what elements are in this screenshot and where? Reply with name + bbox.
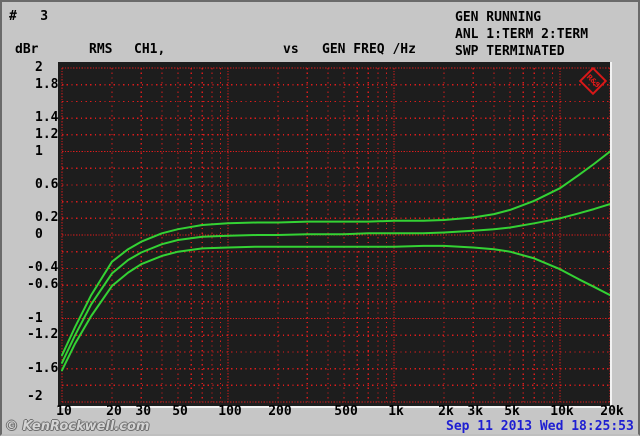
x-tick-label: 200 xyxy=(268,404,292,419)
y-tick-label: 0 xyxy=(35,227,43,242)
x-tick-label: 10k xyxy=(550,404,574,419)
watermark: © KenRockwell.com xyxy=(5,419,150,434)
y-tick-label: -0.6 xyxy=(27,277,59,293)
response-plot-svg xyxy=(61,67,610,403)
y-unit-label: dBr xyxy=(15,42,39,57)
x-tick-label: 30 xyxy=(135,404,152,419)
x-tick-label: 50 xyxy=(172,404,188,419)
y-tick-label: 1 xyxy=(35,143,43,159)
y-tick-label: 1.8 xyxy=(35,76,59,92)
y-tick-label: 1.2 xyxy=(35,126,59,142)
curve-middle xyxy=(61,203,610,364)
x-tick-label: 10 xyxy=(56,404,72,419)
y-tick-label: 1.4 xyxy=(35,110,59,126)
vs-label: vs xyxy=(283,42,299,57)
function-label: RMS xyxy=(89,42,113,57)
y-tick-label: 0.6 xyxy=(35,176,59,192)
x-tick-label: 1k xyxy=(388,404,404,419)
x-tick-label: 2k xyxy=(438,404,454,419)
response-plot-area xyxy=(58,62,612,408)
x-tick-label: 500 xyxy=(334,404,358,419)
x-tick-label: 20k xyxy=(600,404,624,419)
y-tick-label: 0.2 xyxy=(35,210,59,226)
channel-label: CH1, xyxy=(134,42,166,57)
y-tick-label: -0.4 xyxy=(27,260,59,276)
datetime-label: Sep 11 2013 Wed 18:25:53 xyxy=(446,419,634,434)
curve-top xyxy=(61,150,610,357)
y-tick-label: -1.2 xyxy=(27,327,59,343)
status-generator: GEN RUNNING xyxy=(455,10,542,25)
x-tick-label: 3k xyxy=(467,404,484,419)
x-quantity-label: GEN FREQ /Hz xyxy=(322,42,416,57)
rohde-schwarz-logo-text: R&S xyxy=(584,72,602,90)
curve-number-label: # 3 xyxy=(9,9,49,24)
x-tick-label: 5k xyxy=(504,404,520,419)
x-tick-label: 100 xyxy=(218,404,242,419)
x-tick-label: 20 xyxy=(106,404,122,419)
status-analyzer: ANL 1:TERM 2:TERM xyxy=(455,27,589,42)
y-tick-label: -1.6 xyxy=(27,360,59,376)
y-tick-label: -1 xyxy=(27,310,43,326)
status-sweep: SWP TERMINATED xyxy=(455,44,565,59)
y-tick-label: -2 xyxy=(27,389,43,404)
y-tick-label: 2 xyxy=(35,60,43,75)
analyzer-screen: # 3 dBr RMS CH1, vs GEN FREQ /Hz GEN RUN… xyxy=(0,0,640,436)
